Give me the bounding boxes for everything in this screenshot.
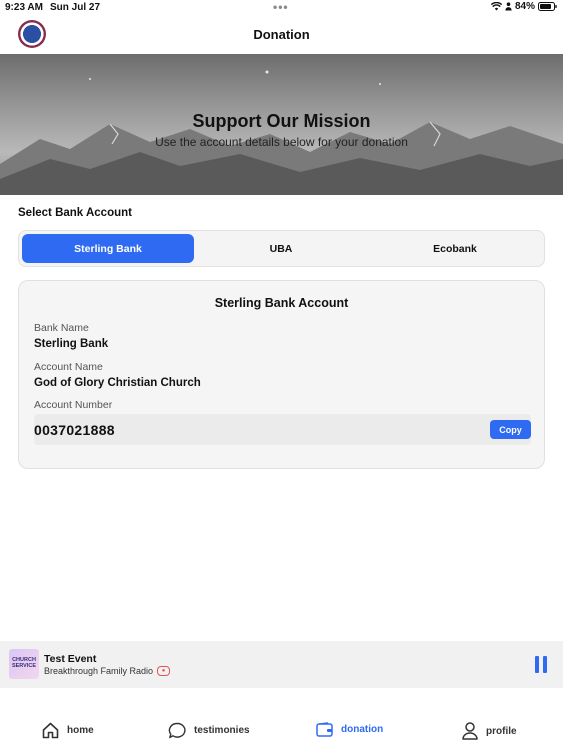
tab-sterling-bank[interactable]: Sterling Bank [22,234,194,263]
tab-donation-label: donation [341,724,384,735]
nav-header: Donation [0,16,563,54]
bank-name-value: Sterling Bank [34,338,109,350]
account-number-value: 0037021888 [34,422,115,438]
home-icon [42,722,59,739]
page-title: Donation [253,27,310,42]
thumbnail-text: CHURCH SERVICE [11,657,37,669]
tab-testimonies-label: testimonies [194,725,250,736]
hero-banner: Support Our Mission Use the account deta… [0,54,563,195]
player-station: Breakthrough Family Radio [44,666,154,676]
tab-ecobank[interactable]: Ecobank [369,234,541,263]
copy-button[interactable]: Copy [490,420,531,439]
battery-percent: 84% [514,1,535,12]
tab-donation[interactable]: donation [316,722,383,737]
player-subtitle-row: Breakthrough Family Radio ● [44,666,171,676]
status-date: Sun Jul 27 [50,2,101,13]
multitasking-dots-icon[interactable]: ••• [273,0,289,14]
tab-home[interactable]: home [42,722,94,739]
mini-player[interactable]: CHURCH SERVICE Test Event Breakthrough F… [0,641,563,688]
battery-icon [538,2,557,11]
live-badge-icon: ● [157,666,171,676]
person-status-icon [505,2,512,11]
pause-icon[interactable] [535,656,547,673]
person-icon [462,722,478,740]
bank-name-label: Bank Name [34,322,89,334]
tab-profile[interactable]: profile [462,722,517,740]
account-number-row: 0037021888 Copy [34,414,531,445]
account-card-title: Sterling Bank Account [214,296,349,310]
player-title: Test Event [44,653,97,665]
wallet-icon [316,722,333,737]
bank-tabs: Sterling Bank UBA Ecobank [18,230,545,267]
tab-testimonies[interactable]: testimonies [168,722,250,739]
tab-bar: home testimonies donation profile [0,688,563,750]
account-card: Sterling Bank Account Bank Name Sterling… [18,280,545,469]
tab-profile-label: profile [486,725,517,737]
account-number-label: Account Number [34,399,113,411]
event-thumbnail: CHURCH SERVICE [9,649,39,679]
status-indicators: 84% [490,1,557,12]
status-bar: 9:23 AM Sun Jul 27 ••• 84% [0,0,563,16]
wifi-icon [490,2,502,11]
status-time: 9:23 AM [5,2,43,13]
select-bank-label: Select Bank Account [18,207,132,219]
account-name-label: Account Name [34,361,103,373]
chat-bubble-icon [168,722,186,739]
tab-uba[interactable]: UBA [195,234,367,263]
hero-subtitle: Use the account details below for your d… [155,135,408,149]
account-name-value: God of Glory Christian Church [34,377,201,389]
hero-title: Support Our Mission [192,111,371,131]
tab-home-label: home [67,725,94,736]
